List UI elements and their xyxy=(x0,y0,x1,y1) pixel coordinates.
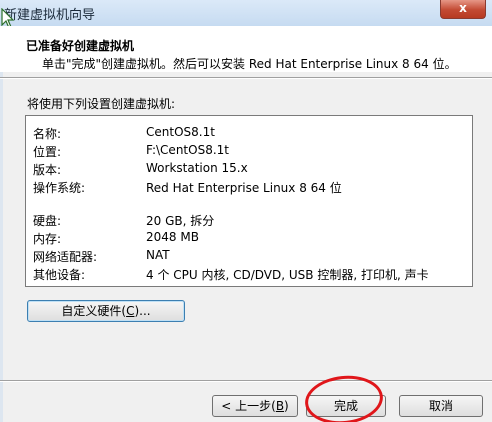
summary-value: F:\CentOS8.1t xyxy=(146,143,229,157)
customize-hardware-button[interactable]: 自定义硬件(C)... xyxy=(27,300,185,322)
summary-value: 20 GB, 拆分 xyxy=(146,214,215,228)
mnemonic-key: B xyxy=(275,399,285,413)
window-title: 新建虚拟机向导 xyxy=(4,8,96,23)
button-text-suffix: )... xyxy=(134,304,151,318)
button-text: < 上一步( xyxy=(221,399,276,413)
cancel-button[interactable]: 取消 xyxy=(399,395,483,417)
header-divider xyxy=(0,77,492,79)
summary-value: 4 个 CPU 内核, CD/DVD, USB 控制器, 打印机, 声卡 xyxy=(146,268,429,282)
back-button[interactable]: < 上一步(B) xyxy=(212,395,298,417)
summary-key: 版本: xyxy=(33,163,62,177)
summary-key: 位置: xyxy=(33,145,62,159)
close-icon: x xyxy=(459,1,467,15)
summary-key: 操作系统: xyxy=(33,181,86,195)
summary-key: 名称: xyxy=(33,127,62,141)
summary-key: 网络适配器: xyxy=(33,250,98,264)
summary-label: 将使用下列设置创建虚拟机: xyxy=(27,97,176,111)
button-text-suffix: ) xyxy=(284,399,289,413)
header-title: 已准备好创建虚拟机 xyxy=(26,39,135,53)
title-bar[interactable]: 新建虚拟机向导 x xyxy=(0,0,492,27)
summary-key: 硬盘: xyxy=(33,214,62,228)
close-button[interactable]: x xyxy=(440,0,486,19)
finish-button[interactable]: 完成 xyxy=(306,395,386,417)
summary-value: 2048 MB xyxy=(146,230,199,244)
summary-value: Workstation 15.x xyxy=(146,161,248,175)
new-vm-wizard-window: 新建虚拟机向导 x 已准备好创建虚拟机 单击"完成"创建虚拟机。然后可以安装 R… xyxy=(0,0,492,422)
summary-key: 内存: xyxy=(33,232,62,246)
summary-box[interactable]: 名称: CentOS8.1t 位置: F:\CentOS8.1t 版本: Wor… xyxy=(25,115,473,287)
footer-divider xyxy=(0,380,492,382)
summary-value: Red Hat Enterprise Linux 8 64 位 xyxy=(146,181,342,195)
summary-key: 其他设备: xyxy=(33,268,86,282)
window-left-edge xyxy=(0,26,3,422)
button-text: 自定义硬件( xyxy=(61,304,127,318)
summary-value: NAT xyxy=(146,248,170,262)
header-subtitle: 单击"完成"创建虚拟机。然后可以安装 Red Hat Enterprise Li… xyxy=(42,57,457,71)
wizard-header: 已准备好创建虚拟机 单击"完成"创建虚拟机。然后可以安装 Red Hat Ent… xyxy=(0,26,492,72)
summary-value: CentOS8.1t xyxy=(146,125,215,139)
